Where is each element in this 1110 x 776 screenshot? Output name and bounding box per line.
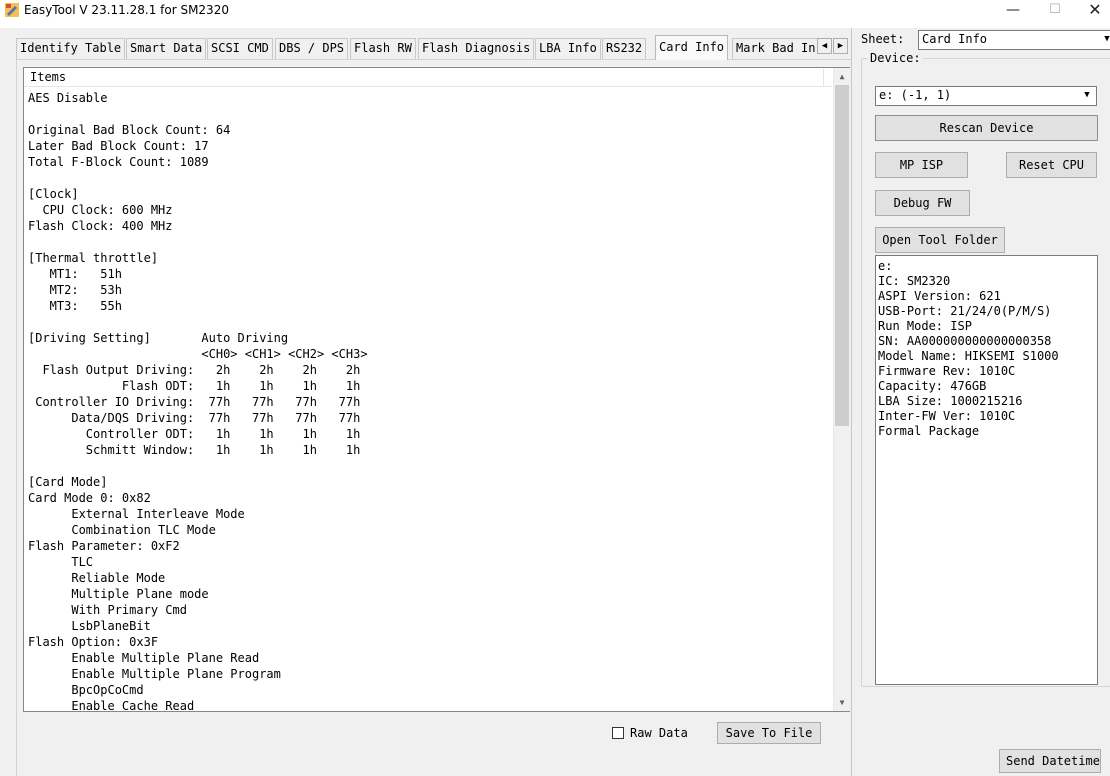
send-datetime-button[interactable]: Send Datetime [999,749,1101,773]
panel-divider [851,28,852,776]
minimize-button[interactable]: — [990,0,1036,22]
column-header-label: Items [30,70,67,84]
list-item[interactable]: [Thermal throttle] [28,250,828,266]
column-header-items[interactable]: Items [24,68,832,87]
tab-smart-data[interactable]: Smart Data [126,38,207,59]
list-item[interactable]: Total F-Block Count: 1089 [28,154,828,170]
save-to-file-button[interactable]: Save To File [717,722,821,744]
scroll-up-icon[interactable]: ▲ [834,68,850,85]
vertical-scrollbar[interactable]: ▲ ▼ [833,68,850,711]
device-info-line: LBA Size: 1000215216 [878,394,1023,408]
close-button[interactable]: ✕ [1080,0,1110,22]
title-bar: EasyTool V 23.11.28.1 for SM2320 — ☐ ✕ [0,0,1110,28]
open-tool-folder-button[interactable]: Open Tool Folder [875,227,1005,253]
list-body: AES Disable Original Bad Block Count: 64 L… [28,90,828,710]
raw-data-label[interactable]: Raw Data [630,725,688,741]
device-info-line: Formal Package [878,424,980,438]
list-item[interactable]: BpcOpCoCmd [28,682,828,698]
list-item[interactable]: TLC [28,554,828,570]
list-item[interactable]: Card Mode 0: 0x82 [28,490,828,506]
list-item[interactable]: Later Bad Block Count: 17 [28,138,828,154]
list-item[interactable]: Schmitt Window: 1h 1h 1h 1h [28,442,828,458]
list-item[interactable]: Enable Multiple Plane Program [28,666,828,682]
scroll-thumb[interactable] [835,85,849,426]
tab-strip: Identify Table Smart Data SCSI CMD DBS /… [0,30,817,61]
tab-card-info[interactable]: Card Info [655,35,729,60]
device-info-line: Capacity: 476GB [878,379,987,393]
list-item[interactable]: Multiple Plane mode [28,586,828,602]
app-icon [5,3,19,17]
list-item[interactable] [28,458,828,474]
device-info-line: IC: SM2320 [878,274,951,288]
list-item[interactable]: [Card Mode] [28,474,828,490]
tab-scroll-right-icon[interactable]: ▶ [833,38,848,54]
list-item[interactable]: Enable Multiple Plane Read [28,650,828,666]
list-item[interactable]: <CH0> <CH1> <CH2> <CH3> [28,346,828,362]
window-title: EasyTool V 23.11.28.1 for SM2320 [24,3,229,17]
device-info-box[interactable]: e: IC: SM2320 ASPI Version: 621 USB-Port: 2… [875,255,1098,685]
device-info-line: e: [878,259,893,273]
list-item[interactable]: With Primary Cmd [28,602,828,618]
sheet-select-value: Card Info [922,32,988,46]
list-item[interactable]: Controller ODT: 1h 1h 1h 1h [28,426,828,442]
maximize-button[interactable]: ☐ [1032,0,1078,22]
list-item[interactable]: AES Disable [28,90,828,106]
list-item[interactable]: MT1: 51h [28,266,828,282]
list-item[interactable]: CPU Clock: 600 MHz [28,202,828,218]
raw-data-checkbox[interactable] [612,727,624,739]
device-info-line: Model Name: HIKSEMI S1000 [878,349,1059,363]
list-item[interactable]: External Interleave Mode [28,506,828,522]
reset-cpu-button[interactable]: Reset CPU [1006,152,1097,178]
list-item[interactable]: MT2: 53h [28,282,828,298]
list-item[interactable] [28,170,828,186]
tab-flash-diagnosis[interactable]: Flash Diagnosis [418,38,535,59]
list-item[interactable]: Original Bad Block Count: 64 [28,122,828,138]
list-item[interactable]: Flash Output Driving: 2h 2h 2h 2h [28,362,828,378]
list-item[interactable]: Flash Option: 0x3F [28,634,828,650]
tab-mark-bad[interactable]: Mark Bad In [732,38,817,59]
mp-isp-button[interactable]: MP ISP [875,152,968,178]
device-info-line: USB-Port: 21/24/0(P/M/S) [878,304,1052,318]
list-item[interactable]: MT3: 55h [28,298,828,314]
scroll-down-icon[interactable]: ▼ [834,694,850,711]
list-item[interactable]: Controller IO Driving: 77h 77h 77h 77h [28,394,828,410]
list-item[interactable]: Enable Cache Read [28,698,828,710]
chevron-down-icon[interactable]: ▼ [1079,87,1095,105]
list-item[interactable] [28,314,828,330]
device-select-value: e: (-1, 1) [879,88,952,102]
device-info-line: SN: AA000000000000000358 [878,334,1052,348]
tab-identify-table[interactable]: Identify Table [16,38,126,59]
device-select[interactable]: e: (-1, 1) ▼ [875,86,1097,106]
device-info-line: Firmware Rev: 1010C [878,364,1016,378]
rescan-device-button[interactable]: Rescan Device [875,115,1098,141]
sheet-label: Sheet: [861,32,905,46]
tab-flash-rw[interactable]: Flash RW [350,38,416,59]
list-item[interactable]: Flash Parameter: 0xF2 [28,538,828,554]
tab-scsi-cmd[interactable]: SCSI CMD [207,38,273,59]
tab-dbs-dps[interactable]: DBS / DPS [275,38,349,59]
device-group-title: Device: [868,50,923,66]
list-item[interactable]: Reliable Mode [28,570,828,586]
list-item[interactable]: [Clock] [28,186,828,202]
header-divider [823,69,824,86]
list-item[interactable]: Flash ODT: 1h 1h 1h 1h [28,378,828,394]
tab-rs232[interactable]: RS232 [602,38,647,59]
list-item[interactable]: Flash Clock: 400 MHz [28,218,828,234]
device-info-line: Run Mode: ISP [878,319,972,333]
card-info-list[interactable]: Items AES Disable Original Bad Block Coun… [23,67,850,712]
device-info-line: ASPI Version: 621 [878,289,1001,303]
list-item[interactable]: Combination TLC Mode [28,522,828,538]
list-item[interactable]: LsbPlaneBit [28,618,828,634]
debug-fw-button[interactable]: Debug FW [875,190,970,216]
tab-scroll-left-icon[interactable]: ◀ [817,38,832,54]
list-item[interactable]: Data/DQS Driving: 77h 77h 77h 77h [28,410,828,426]
list-item[interactable] [28,106,828,122]
sheet-select[interactable]: Card Info ▼ [918,30,1110,50]
device-info-line: Inter-FW Ver: 1010C [878,409,1016,423]
tab-lba-info[interactable]: LBA Info [535,38,601,59]
list-item[interactable] [28,234,828,250]
list-item[interactable]: [Driving Setting] Auto Driving [28,330,828,346]
chevron-down-icon[interactable]: ▼ [1099,31,1110,49]
